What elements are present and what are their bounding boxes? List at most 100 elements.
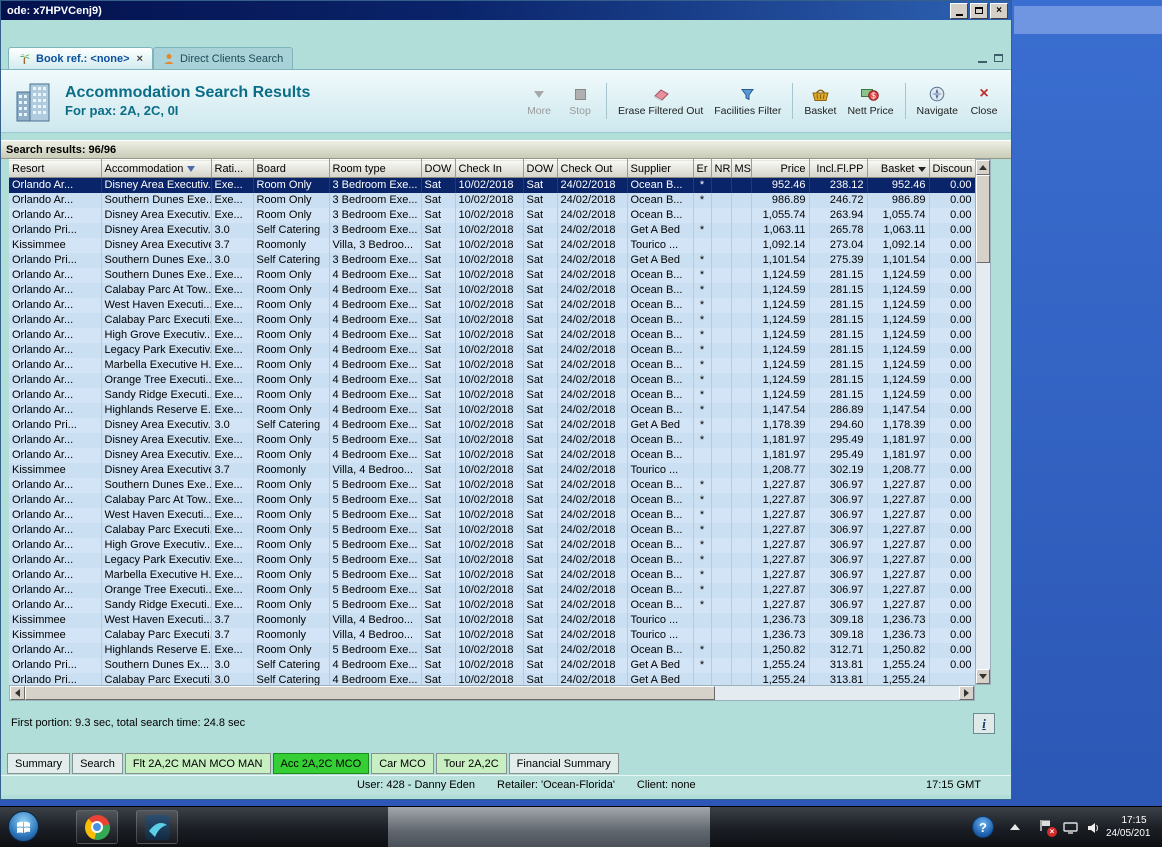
table-cell[interactable]: Sat: [421, 627, 456, 643]
table-row[interactable]: Orlando Pri... Disney Area Executiv... 3.0…: [9, 222, 975, 238]
hidden-icons-arrow[interactable]: [1010, 824, 1020, 830]
table-cell[interactable]: Sat: [523, 447, 558, 463]
table-cell[interactable]: 1,227.87: [867, 492, 930, 508]
table-cell[interactable]: Room Only: [253, 447, 330, 463]
table-cell[interactable]: Ocean B...: [627, 312, 694, 328]
table-cell[interactable]: Self Catering: [253, 657, 330, 673]
table-row[interactable]: Orlando Ar... Orange Tree Executi... Exe..…: [9, 582, 975, 598]
table-cell[interactable]: Tourico ...: [627, 462, 694, 478]
table-row[interactable]: Orlando Ar... High Grove Executiv... Exe..…: [9, 537, 975, 553]
table-cell[interactable]: Orlando Pri...: [9, 222, 102, 238]
table-cell[interactable]: 275.39: [809, 252, 868, 268]
table-cell[interactable]: Exe...: [211, 312, 254, 328]
table-cell[interactable]: [731, 207, 752, 223]
table-cell[interactable]: [731, 222, 752, 238]
table-cell[interactable]: 10/02/2018: [455, 267, 524, 283]
table-cell[interactable]: Room Only: [253, 552, 330, 568]
table-cell[interactable]: 0.00: [929, 492, 975, 508]
table-cell[interactable]: 0.00: [929, 372, 975, 388]
table-cell[interactable]: 24/02/2018: [557, 462, 628, 478]
table-cell[interactable]: Orlando Ar...: [9, 477, 102, 493]
table-cell[interactable]: 0.00: [929, 417, 975, 433]
table-row[interactable]: Kissimmee West Haven Executi... 3.7 Roomonl…: [9, 612, 975, 628]
table-cell[interactable]: *: [693, 522, 712, 538]
table-cell[interactable]: 24/02/2018: [557, 372, 628, 388]
table-cell[interactable]: Sat: [523, 462, 558, 478]
table-cell[interactable]: Sat: [421, 612, 456, 628]
table-cell[interactable]: 1,124.59: [751, 372, 810, 388]
table-cell[interactable]: Sandy Ridge Executi...: [101, 387, 212, 403]
table-cell[interactable]: [731, 327, 752, 343]
table-cell[interactable]: Sat: [421, 237, 456, 253]
table-cell[interactable]: Room Only: [253, 357, 330, 373]
table-cell[interactable]: Ocean B...: [627, 327, 694, 343]
table-cell[interactable]: 4 Bedroom Exe...: [329, 402, 422, 418]
table-cell[interactable]: [731, 312, 752, 328]
table-cell[interactable]: 0.00: [929, 627, 975, 643]
table-cell[interactable]: 1,227.87: [751, 597, 810, 613]
table-row[interactable]: Orlando Ar... Southern Dunes Exe... Exe...…: [9, 477, 975, 493]
table-cell[interactable]: [731, 282, 752, 298]
table-cell[interactable]: Ocean B...: [627, 267, 694, 283]
table-cell[interactable]: 286.89: [809, 402, 868, 418]
table-cell[interactable]: 1,227.87: [751, 477, 810, 493]
table-cell[interactable]: Sat: [421, 282, 456, 298]
table-cell[interactable]: Kissimmee: [9, 462, 102, 478]
table-cell[interactable]: *: [693, 417, 712, 433]
table-cell[interactable]: Sat: [421, 642, 456, 658]
table-row[interactable]: Orlando Ar... High Grove Executiv... Exe..…: [9, 327, 975, 343]
table-cell[interactable]: 3.7: [211, 612, 254, 628]
table-cell[interactable]: 4 Bedroom Exe...: [329, 327, 422, 343]
table-cell[interactable]: 24/02/2018: [557, 267, 628, 283]
table-cell[interactable]: Ocean B...: [627, 567, 694, 583]
table-cell[interactable]: 0.00: [929, 357, 975, 373]
table-cell[interactable]: Kissimmee: [9, 237, 102, 253]
table-cell[interactable]: Exe...: [211, 267, 254, 283]
start-button[interactable]: [8, 811, 39, 842]
window-titlebar[interactable]: ode: x7HPVCenj9) ×: [1, 1, 1011, 20]
table-cell[interactable]: *: [693, 342, 712, 358]
table-cell[interactable]: 24/02/2018: [557, 402, 628, 418]
table-cell[interactable]: Southern Dunes Exe...: [101, 252, 212, 268]
notification-alert-icon[interactable]: ×: [1038, 819, 1057, 837]
table-cell[interactable]: Room Only: [253, 297, 330, 313]
table-cell[interactable]: 24/02/2018: [557, 432, 628, 448]
table-cell[interactable]: Sat: [421, 207, 456, 223]
table-cell[interactable]: *: [693, 537, 712, 553]
table-cell[interactable]: Orlando Ar...: [9, 312, 102, 328]
table-cell[interactable]: Sat: [421, 372, 456, 388]
table-cell[interactable]: 24/02/2018: [557, 357, 628, 373]
table-cell[interactable]: Sandy Ridge Executi...: [101, 597, 212, 613]
table-cell[interactable]: 0.00: [929, 522, 975, 538]
table-cell[interactable]: 265.78: [809, 222, 868, 238]
table-cell[interactable]: [711, 492, 732, 508]
table-row[interactable]: Kissimmee Disney Area Executive 3.7 Roomonl…: [9, 462, 975, 478]
table-cell[interactable]: Get A Bed: [627, 252, 694, 268]
table-cell[interactable]: [711, 387, 732, 403]
table-cell[interactable]: Highlands Reserve E...: [101, 402, 212, 418]
table-cell[interactable]: 10/02/2018: [455, 582, 524, 598]
column-header-check-out[interactable]: Check Out: [557, 159, 628, 178]
table-cell[interactable]: Sat: [421, 357, 456, 373]
scroll-left-button[interactable]: [10, 686, 25, 700]
table-cell[interactable]: 1,178.39: [751, 417, 810, 433]
table-cell[interactable]: *: [693, 267, 712, 283]
table-row[interactable]: Orlando Ar... Calabay Parc At Tow... Exe..…: [9, 282, 975, 298]
table-cell[interactable]: Orlando Ar...: [9, 447, 102, 463]
table-cell[interactable]: 10/02/2018: [455, 657, 524, 673]
column-header-nr[interactable]: NR: [711, 159, 732, 178]
table-cell[interactable]: Room Only: [253, 372, 330, 388]
table-cell[interactable]: *: [693, 597, 712, 613]
table-cell[interactable]: 5 Bedroom Exe...: [329, 582, 422, 598]
table-cell[interactable]: 3 Bedroom Exe...: [329, 207, 422, 223]
table-cell[interactable]: 1,092.14: [751, 237, 810, 253]
column-header-basket[interactable]: Basket: [867, 159, 930, 178]
table-row[interactable]: Orlando Ar... Orange Tree Executi... Exe..…: [9, 372, 975, 388]
table-cell[interactable]: 1,227.87: [867, 522, 930, 538]
info-button[interactable]: i: [973, 713, 995, 734]
table-cell[interactable]: Exe...: [211, 567, 254, 583]
table-cell[interactable]: *: [693, 402, 712, 418]
table-cell[interactable]: 246.72: [809, 192, 868, 208]
table-cell[interactable]: 1,124.59: [751, 357, 810, 373]
table-cell[interactable]: 306.97: [809, 567, 868, 583]
